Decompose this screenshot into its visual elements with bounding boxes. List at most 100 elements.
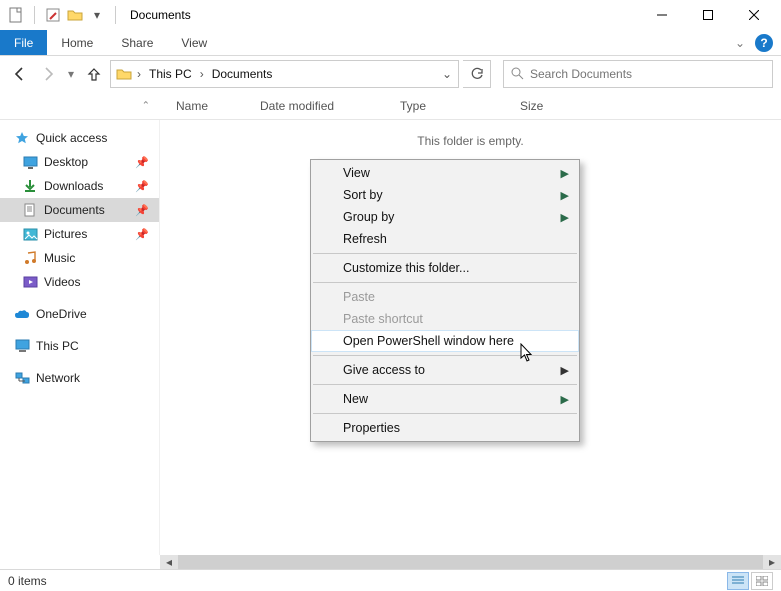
column-name-label: Name	[176, 99, 208, 113]
file-tab[interactable]: File	[0, 30, 47, 55]
maximize-button[interactable]	[685, 0, 731, 30]
column-headers: Name ⌃ Date modified Type Size	[0, 92, 781, 120]
onedrive-icon	[14, 306, 30, 322]
menu-item-group-by[interactable]: Group by ▶	[311, 206, 579, 228]
sidebar-item-label: Downloads	[44, 179, 103, 193]
submenu-arrow-icon: ▶	[561, 211, 569, 224]
nav-bar: ▾ › This PC › Documents ⌄	[0, 56, 781, 92]
title-bar: ▾ Documents	[0, 0, 781, 30]
tab-view[interactable]: View	[167, 30, 221, 55]
close-button[interactable]	[731, 0, 777, 30]
menu-item-label: Customize this folder...	[343, 261, 469, 275]
sidebar-item-downloads[interactable]: Downloads 📌	[0, 174, 159, 198]
quick-access-toolbar: ▾	[4, 6, 124, 24]
address-bar[interactable]: › This PC › Documents ⌄	[110, 60, 459, 88]
recent-locations-button[interactable]: ▾	[64, 60, 78, 88]
window-title: Documents	[124, 8, 191, 22]
chevron-right-icon[interactable]: ›	[135, 67, 143, 81]
empty-folder-label: This folder is empty.	[160, 120, 781, 148]
properties-icon[interactable]	[45, 7, 61, 23]
menu-item-label: New	[343, 392, 368, 406]
thumbnails-view-button[interactable]	[751, 572, 773, 590]
sidebar-item-quick-access[interactable]: Quick access	[0, 126, 159, 150]
breadcrumb-seg[interactable]: Documents	[208, 67, 277, 81]
qat-dropdown-icon[interactable]: ▾	[89, 7, 105, 23]
menu-separator	[313, 253, 577, 254]
address-history-dropdown[interactable]: ⌄	[440, 67, 454, 81]
menu-separator	[313, 384, 577, 385]
column-type[interactable]: Type	[400, 99, 520, 113]
scroll-right-button[interactable]: ▸	[763, 555, 781, 569]
documents-icon	[22, 202, 38, 218]
tab-home[interactable]: Home	[47, 30, 107, 55]
ribbon-collapse-icon[interactable]: ⌄	[735, 36, 745, 50]
sidebar-item-label: Quick access	[36, 131, 107, 145]
network-icon	[14, 370, 30, 386]
chevron-right-icon[interactable]: ›	[198, 67, 206, 81]
sidebar-item-this-pc[interactable]: This PC	[0, 334, 159, 358]
this-pc-icon	[14, 338, 30, 354]
refresh-button[interactable]	[463, 60, 491, 88]
desktop-icon	[22, 154, 38, 170]
sidebar-item-network[interactable]: Network	[0, 366, 159, 390]
submenu-arrow-icon: ▶	[561, 364, 569, 377]
sidebar-item-label: Documents	[44, 203, 105, 217]
help-button[interactable]: ?	[755, 34, 773, 52]
item-count: 0 items	[8, 574, 47, 588]
column-name[interactable]: Name ⌃	[0, 99, 260, 113]
sidebar-item-label: Pictures	[44, 227, 87, 241]
sidebar-item-pictures[interactable]: Pictures 📌	[0, 222, 159, 246]
videos-icon	[22, 274, 38, 290]
sidebar-item-documents[interactable]: Documents 📌	[0, 198, 159, 222]
menu-item-sort-by[interactable]: Sort by ▶	[311, 184, 579, 206]
star-icon	[14, 130, 30, 146]
menu-item-label: Give access to	[343, 363, 425, 377]
menu-item-powershell[interactable]: Open PowerShell window here	[311, 330, 579, 352]
sort-indicator-icon: ⌃	[142, 100, 150, 111]
window-controls	[639, 0, 777, 30]
folder-icon	[115, 65, 133, 83]
menu-item-label: Sort by	[343, 188, 383, 202]
horizontal-scrollbar[interactable]: ◂ ▸	[160, 555, 781, 569]
menu-item-label: Group by	[343, 210, 394, 224]
scroll-left-button[interactable]: ◂	[160, 555, 178, 569]
menu-item-label: Properties	[343, 421, 400, 435]
search-input[interactable]	[530, 67, 766, 81]
menu-item-view[interactable]: View▶	[311, 162, 579, 184]
sidebar-item-videos[interactable]: Videos	[0, 270, 159, 294]
breadcrumb-seg[interactable]: This PC	[145, 67, 196, 81]
menu-item-paste-shortcut: Paste shortcut	[311, 308, 579, 330]
submenu-arrow-icon: ▶	[561, 393, 569, 406]
sidebar-item-label: OneDrive	[36, 307, 87, 321]
sidebar-item-label: Music	[44, 251, 75, 265]
column-size[interactable]: Size	[520, 99, 600, 113]
sidebar-item-onedrive[interactable]: OneDrive	[0, 302, 159, 326]
details-view-button[interactable]	[727, 572, 749, 590]
back-button[interactable]	[8, 60, 32, 88]
submenu-arrow-icon: ▶	[561, 189, 569, 202]
menu-item-label: View	[343, 166, 370, 180]
menu-item-customize[interactable]: Customize this folder...	[311, 257, 579, 279]
menu-item-refresh[interactable]: Refresh	[311, 228, 579, 250]
menu-item-properties[interactable]: Properties	[311, 417, 579, 439]
menu-item-new[interactable]: New ▶	[311, 388, 579, 410]
menu-item-give-access[interactable]: Give access to ▶	[311, 359, 579, 381]
sidebar-item-label: This PC	[36, 339, 79, 353]
folder-qat-icon[interactable]	[67, 7, 83, 23]
tab-share[interactable]: Share	[107, 30, 167, 55]
forward-button[interactable]	[36, 60, 60, 88]
sidebar-item-music[interactable]: Music	[0, 246, 159, 270]
navigation-pane: Quick access Desktop 📌 Downloads 📌 Docum…	[0, 120, 160, 555]
separator	[115, 6, 116, 24]
sidebar-item-label: Network	[36, 371, 80, 385]
column-date[interactable]: Date modified	[260, 99, 400, 113]
menu-item-label: Refresh	[343, 232, 387, 246]
sidebar-item-desktop[interactable]: Desktop 📌	[0, 150, 159, 174]
search-box[interactable]	[503, 60, 773, 88]
scroll-track[interactable]	[178, 555, 763, 569]
sidebar-item-label: Desktop	[44, 155, 88, 169]
search-icon	[510, 66, 524, 83]
up-button[interactable]	[82, 60, 106, 88]
menu-item-paste: Paste	[311, 286, 579, 308]
minimize-button[interactable]	[639, 0, 685, 30]
